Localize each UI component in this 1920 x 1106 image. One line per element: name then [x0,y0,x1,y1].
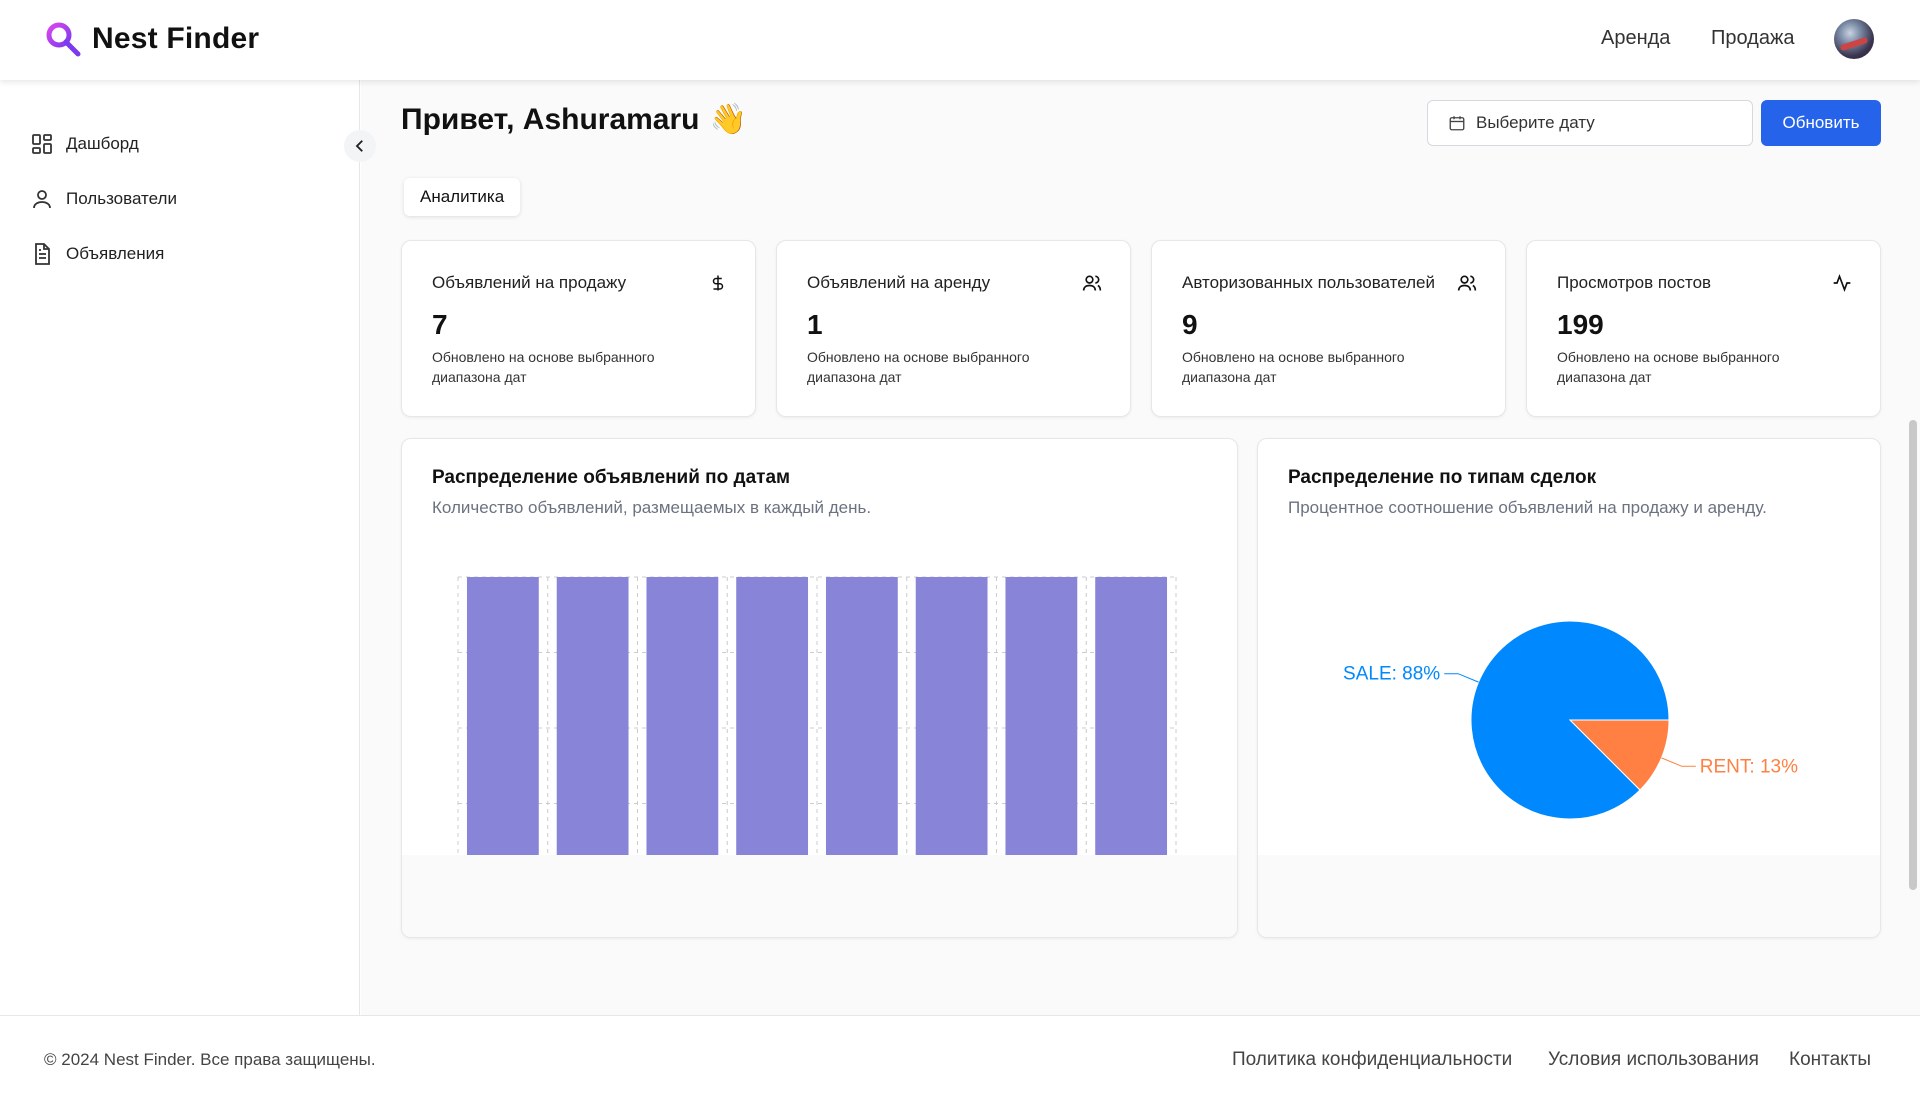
pie-slice-label: RENT: 13% [1700,756,1798,777]
refresh-button[interactable]: Обновить [1761,100,1881,146]
pie-slice-label: SALE: 88% [1343,664,1440,685]
stat-card-sale: Объявлений на продажу 7 Обновлено на осн… [401,240,756,417]
dollar-icon [712,275,724,291]
stat-value: 7 [432,309,448,340]
pie-chart-card: Распределение по типам сделок Процентное… [1257,438,1881,938]
bar [466,577,539,879]
stat-title: Авторизованных пользователей [1182,273,1435,292]
chevron-left-icon [355,140,363,152]
search-logo-icon [46,22,81,57]
user-icon [33,190,51,209]
footer: © 2024 Nest Finder. Все права защищены. … [0,1015,1920,1106]
chart-clip-overlay [1258,855,1880,937]
stat-title: Просмотров постов [1557,273,1712,292]
bar [556,577,629,879]
stat-card-views: Просмотров постов 199 Обновлено на основ… [1526,240,1881,417]
footer-copyright: © 2024 Nest Finder. Все права защищены. [44,1050,376,1069]
stat-card-users: Авторизованных пользователей 9 Обновлено… [1151,240,1506,417]
bar-chart-card: Распределение объявлений по датам Количе… [401,438,1238,938]
scrollbar-thumb[interactable] [1909,420,1917,890]
nav-rent-link[interactable]: Аренда [1601,27,1670,50]
top-header: Nest Finder Аренда Продажа [0,0,1920,80]
chart-clip-overlay [402,855,1237,937]
sidebar-item-label: Дашборд [66,134,139,153]
footer-link-privacy[interactable]: Политика конфиденциальности [1232,1049,1512,1071]
sidebar-item-dashboard[interactable]: Дашборд [30,132,139,156]
date-range-picker[interactable]: Выберите дату [1427,100,1753,146]
stat-note: Обновлено на основе выбранного диапазона… [432,349,655,385]
stat-card-rent: Объявлений на аренду 1 Обновлено на осно… [776,240,1131,417]
stat-title: Объявлений на продажу [432,273,627,292]
waving-hand-emoji: 👋 [709,103,747,136]
brand-logo-link[interactable]: Nest Finder [44,20,259,58]
greeting-text: Привет, Ashuramaru [401,102,700,136]
sidebar-item-listings[interactable]: Объявления [30,242,164,266]
sidebar-item-users[interactable]: Пользователи [30,187,177,211]
brand-name: Nest Finder [92,22,260,55]
users-icon [1457,275,1477,291]
bar [646,577,719,879]
bar [825,577,898,879]
sidebar: Дашборд Пользователи Объявления [0,80,360,1015]
bar [915,577,988,879]
sidebar-item-label: Объявления [66,244,165,263]
activity-icon [1833,273,1851,293]
stat-note: Обновлено на основе выбранного диапазона… [807,349,1030,385]
bar [736,577,809,879]
pie-leader-line [1661,757,1696,767]
stat-note: Обновлено на основе выбранного диапазона… [1182,349,1405,385]
date-picker-placeholder: Выберите дату [1476,113,1595,132]
user-avatar[interactable] [1834,19,1874,59]
bar [1095,577,1168,879]
stat-value: 199 [1557,309,1604,340]
bar [1005,577,1078,879]
tab-analytics[interactable]: Аналитика [404,178,521,216]
stat-title: Объявлений на аренду [807,273,991,292]
stat-value: 9 [1182,309,1198,340]
document-icon [35,243,50,265]
calendar-icon [1449,116,1465,131]
page-scrollbar[interactable] [1906,80,1920,1015]
footer-link-terms[interactable]: Условия использования [1548,1049,1759,1071]
pie-leader-line [1444,673,1479,683]
page-title: Привет, Ashuramaru 👋 [401,102,747,137]
sidebar-item-label: Пользователи [66,189,177,208]
footer-link-contacts[interactable]: Контакты [1789,1049,1871,1071]
main-content: Привет, Ashuramaru 👋 Выберите дату Обнов… [361,80,1920,1015]
dashboard-icon [32,134,52,154]
stat-value: 1 [807,309,823,340]
nav-sale-link[interactable]: Продажа [1711,27,1794,50]
users-icon [1082,275,1102,291]
stat-note: Обновлено на основе выбранного диапазона… [1557,349,1780,385]
sidebar-collapse-button[interactable] [344,130,376,162]
